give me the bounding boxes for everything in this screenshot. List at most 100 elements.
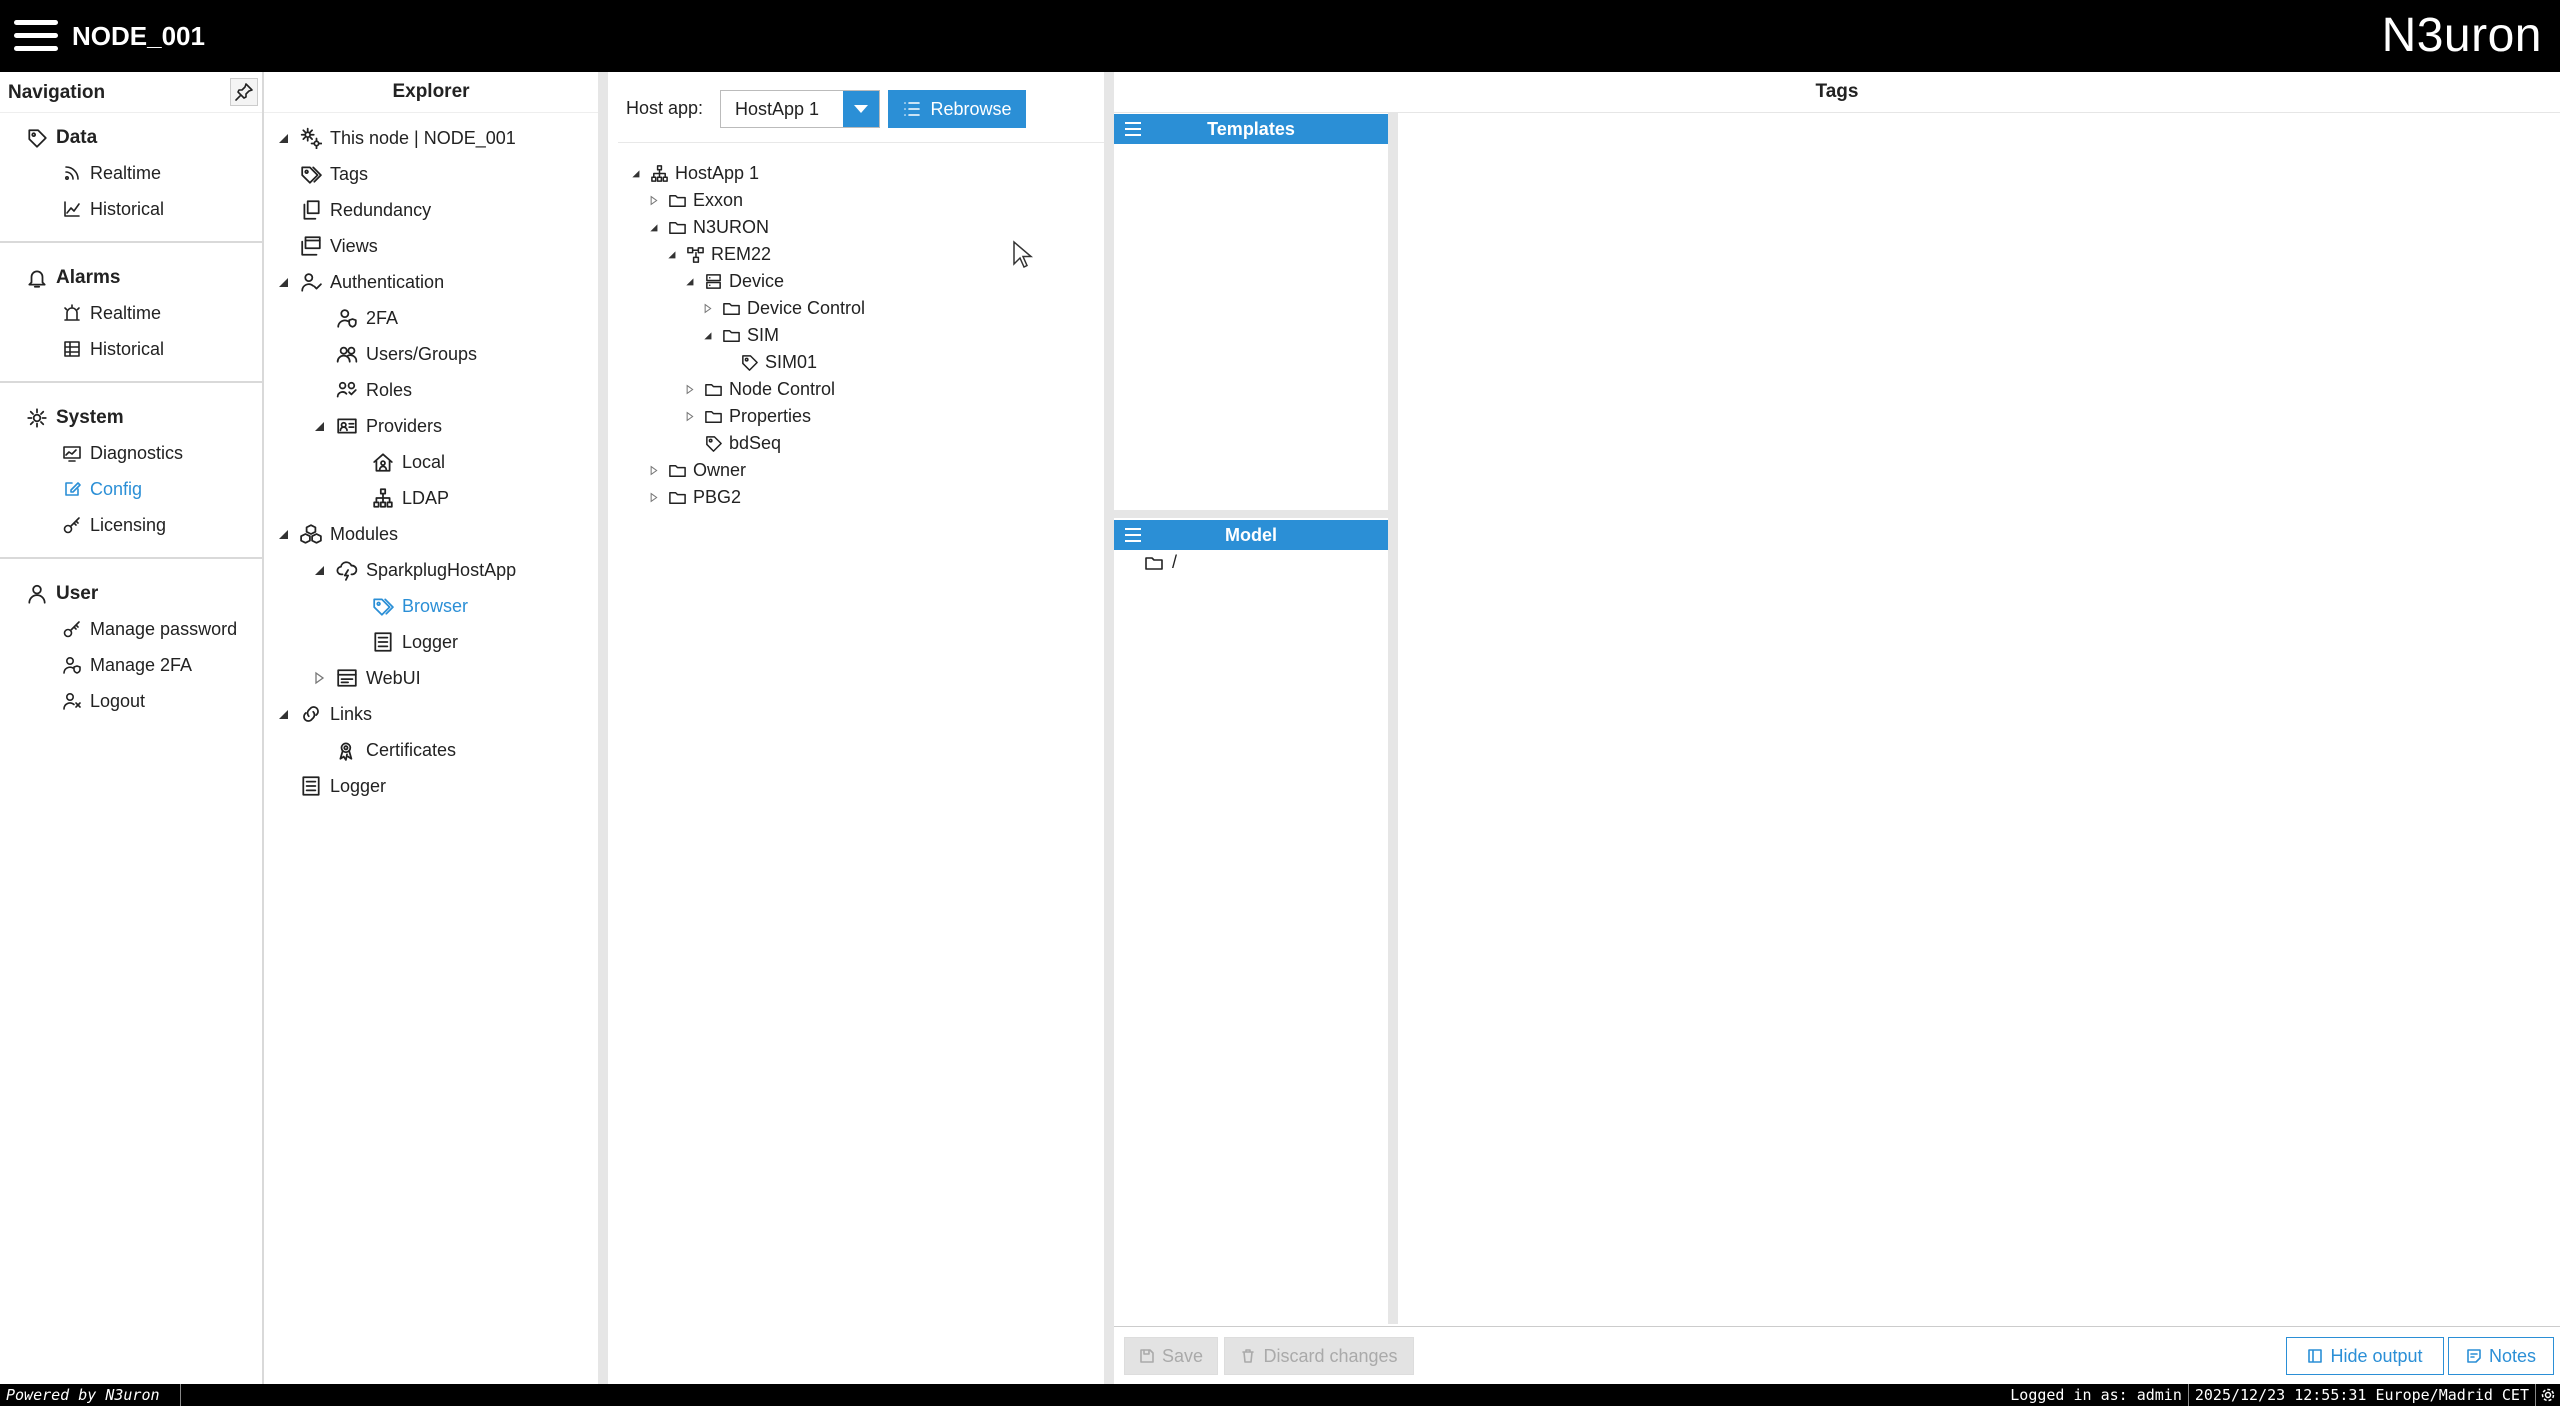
explorer-item-authentication[interactable]: Authentication: [276, 264, 444, 300]
explorer-item-sparkplughostapp[interactable]: SparkplugHostApp: [312, 552, 516, 588]
expanded-arrow-icon[interactable]: [276, 527, 290, 541]
gear-icon: [27, 408, 47, 428]
browser-node-label: Owner: [693, 460, 747, 480]
explorer-item-tags[interactable]: Tags: [300, 156, 368, 192]
node-title: NODE_001: [72, 21, 205, 51]
explorer-item-2fa[interactable]: 2FA: [336, 300, 398, 336]
browser-node-properties[interactable]: Properties: [684, 403, 811, 430]
browser-node-owner[interactable]: Owner: [648, 457, 746, 484]
nav-section-label: Alarms: [56, 267, 121, 288]
navigation-panel: Navigation Data Realtime Historical Alarms R…: [0, 72, 264, 1384]
hamburger-menu-icon[interactable]: [14, 20, 58, 52]
nav-section-label: User: [56, 583, 99, 604]
expanded-arrow-icon[interactable]: [684, 276, 695, 287]
explorer-item-browser[interactable]: Browser: [372, 588, 468, 624]
sitemap-icon: [373, 488, 393, 508]
status-gear-icon[interactable]: [2535, 1384, 2560, 1406]
nav-item-config[interactable]: Config: [0, 471, 262, 507]
nav-item-manage-2fa[interactable]: Manage 2FA: [0, 647, 262, 683]
nav-section-header[interactable]: Alarms: [0, 261, 262, 295]
explorer-item-this-node-node-001[interactable]: This node | NODE_001: [276, 120, 516, 156]
expanded-arrow-icon[interactable]: [276, 275, 290, 289]
browser-node-label: Device: [729, 271, 785, 291]
explorer-item-views[interactable]: Views: [300, 228, 378, 264]
nav-item-manage-password[interactable]: Manage password: [0, 611, 262, 647]
nav-item-label: Logout: [90, 690, 146, 711]
explorer-item-label: Authentication: [330, 271, 445, 292]
host-app-select[interactable]: HostApp 1: [720, 90, 880, 128]
collapsed-arrow-icon[interactable]: [684, 411, 695, 422]
explorer-item-certificates[interactable]: Certificates: [336, 732, 456, 768]
nav-item-realtime[interactable]: Realtime: [0, 155, 262, 191]
explorer-item-modules[interactable]: Modules: [276, 516, 398, 552]
hide-output-button[interactable]: Hide output: [2286, 1337, 2444, 1375]
browser-node-device[interactable]: Device: [684, 268, 784, 295]
expanded-arrow-icon[interactable]: [312, 419, 326, 433]
nav-section-header[interactable]: System: [0, 401, 262, 435]
status-right: Logged in as: admin 2025/12/23 12:55:31 …: [2004, 1384, 2560, 1406]
browser-node-hostapp-1[interactable]: HostApp 1: [630, 160, 759, 187]
explorer-item-logger[interactable]: Logger: [300, 768, 386, 804]
chevron-down-icon[interactable]: [843, 91, 879, 127]
browser-node-label: Node Control: [729, 379, 836, 399]
browser-node-pbg2[interactable]: PBG2: [648, 484, 741, 511]
explorer-item-redundancy[interactable]: Redundancy: [300, 192, 431, 228]
browser-node-device-control[interactable]: Device Control: [702, 295, 865, 322]
notes-button[interactable]: Notes: [2448, 1337, 2554, 1375]
templates-header: Templates: [1114, 114, 1388, 144]
explorer-item-users-groups[interactable]: Users/Groups: [336, 336, 477, 372]
notes-label: Notes: [2488, 1345, 2537, 1366]
explorer-item-ldap[interactable]: LDAP: [372, 480, 449, 516]
nav-section-user: User Manage password Manage 2FA Logout: [0, 569, 262, 733]
collapsed-arrow-icon[interactable]: [648, 492, 659, 503]
explorer-item-roles[interactable]: Roles: [336, 372, 412, 408]
column-splitter[interactable]: [1388, 112, 1398, 1324]
explorer-item-local[interactable]: Local: [372, 444, 445, 480]
discard-changes-button[interactable]: Discard changes: [1224, 1337, 1414, 1375]
user-roles-icon: [336, 381, 357, 398]
explorer-item-label: Providers: [366, 415, 443, 436]
collapsed-arrow-icon[interactable]: [312, 671, 326, 685]
folder-icon: [705, 410, 722, 423]
model-root-folder[interactable]: /: [1144, 552, 1177, 573]
browser-node-bdseq[interactable]: bdSeq: [704, 430, 781, 457]
collapsed-arrow-icon[interactable]: [648, 195, 659, 206]
browser-node-sim[interactable]: SIM: [702, 322, 779, 349]
explorer-item-webui[interactable]: WebUI: [312, 660, 421, 696]
browser-node-rem22[interactable]: REM22: [666, 241, 771, 268]
expanded-arrow-icon[interactable]: [666, 249, 677, 260]
nav-item-label: Realtime: [90, 162, 162, 183]
browser-node-node-control[interactable]: Node Control: [684, 376, 835, 403]
explorer-item-logger[interactable]: Logger: [372, 624, 458, 660]
expanded-arrow-icon[interactable]: [630, 168, 641, 179]
expanded-arrow-icon[interactable]: [312, 563, 326, 577]
explorer-item-links[interactable]: Links: [276, 696, 372, 732]
rebrowse-button[interactable]: Rebrowse: [888, 90, 1026, 128]
expanded-arrow-icon[interactable]: [648, 222, 659, 233]
pin-icon[interactable]: [230, 78, 258, 106]
collapsed-arrow-icon[interactable]: [684, 384, 695, 395]
nav-item-diagnostics[interactable]: Diagnostics: [0, 435, 262, 471]
model-title: Model: [1225, 525, 1277, 545]
browser-node-n3uron[interactable]: N3URON: [648, 214, 769, 241]
expanded-arrow-icon[interactable]: [276, 707, 290, 721]
save-button[interactable]: Save: [1124, 1337, 1218, 1375]
nav-item-licensing[interactable]: Licensing: [0, 507, 262, 543]
nav-item-historical[interactable]: Historical: [0, 331, 262, 367]
collapsed-arrow-icon[interactable]: [648, 465, 659, 476]
columns-icon: [2308, 1349, 2323, 1363]
explorer-item-providers[interactable]: Providers: [312, 408, 442, 444]
nav-item-logout[interactable]: Logout: [0, 683, 262, 719]
templates-model-splitter[interactable]: [1114, 510, 1388, 518]
nav-section-header[interactable]: User: [0, 577, 262, 611]
nav-item-realtime[interactable]: Realtime: [0, 295, 262, 331]
collapsed-arrow-icon[interactable]: [702, 303, 713, 314]
expanded-arrow-icon[interactable]: [702, 330, 713, 341]
browser-node-sim01[interactable]: SIM01: [740, 349, 817, 376]
nav-section-header[interactable]: Data: [0, 121, 262, 155]
expanded-arrow-icon[interactable]: [276, 131, 290, 145]
browser-node-label: bdSeq: [729, 433, 782, 453]
nav-item-historical[interactable]: Historical: [0, 191, 262, 227]
explorer-panel: Explorer This node | NODE_001 Tags Redunda…: [264, 72, 608, 1384]
browser-node-exxon[interactable]: Exxon: [648, 187, 743, 214]
